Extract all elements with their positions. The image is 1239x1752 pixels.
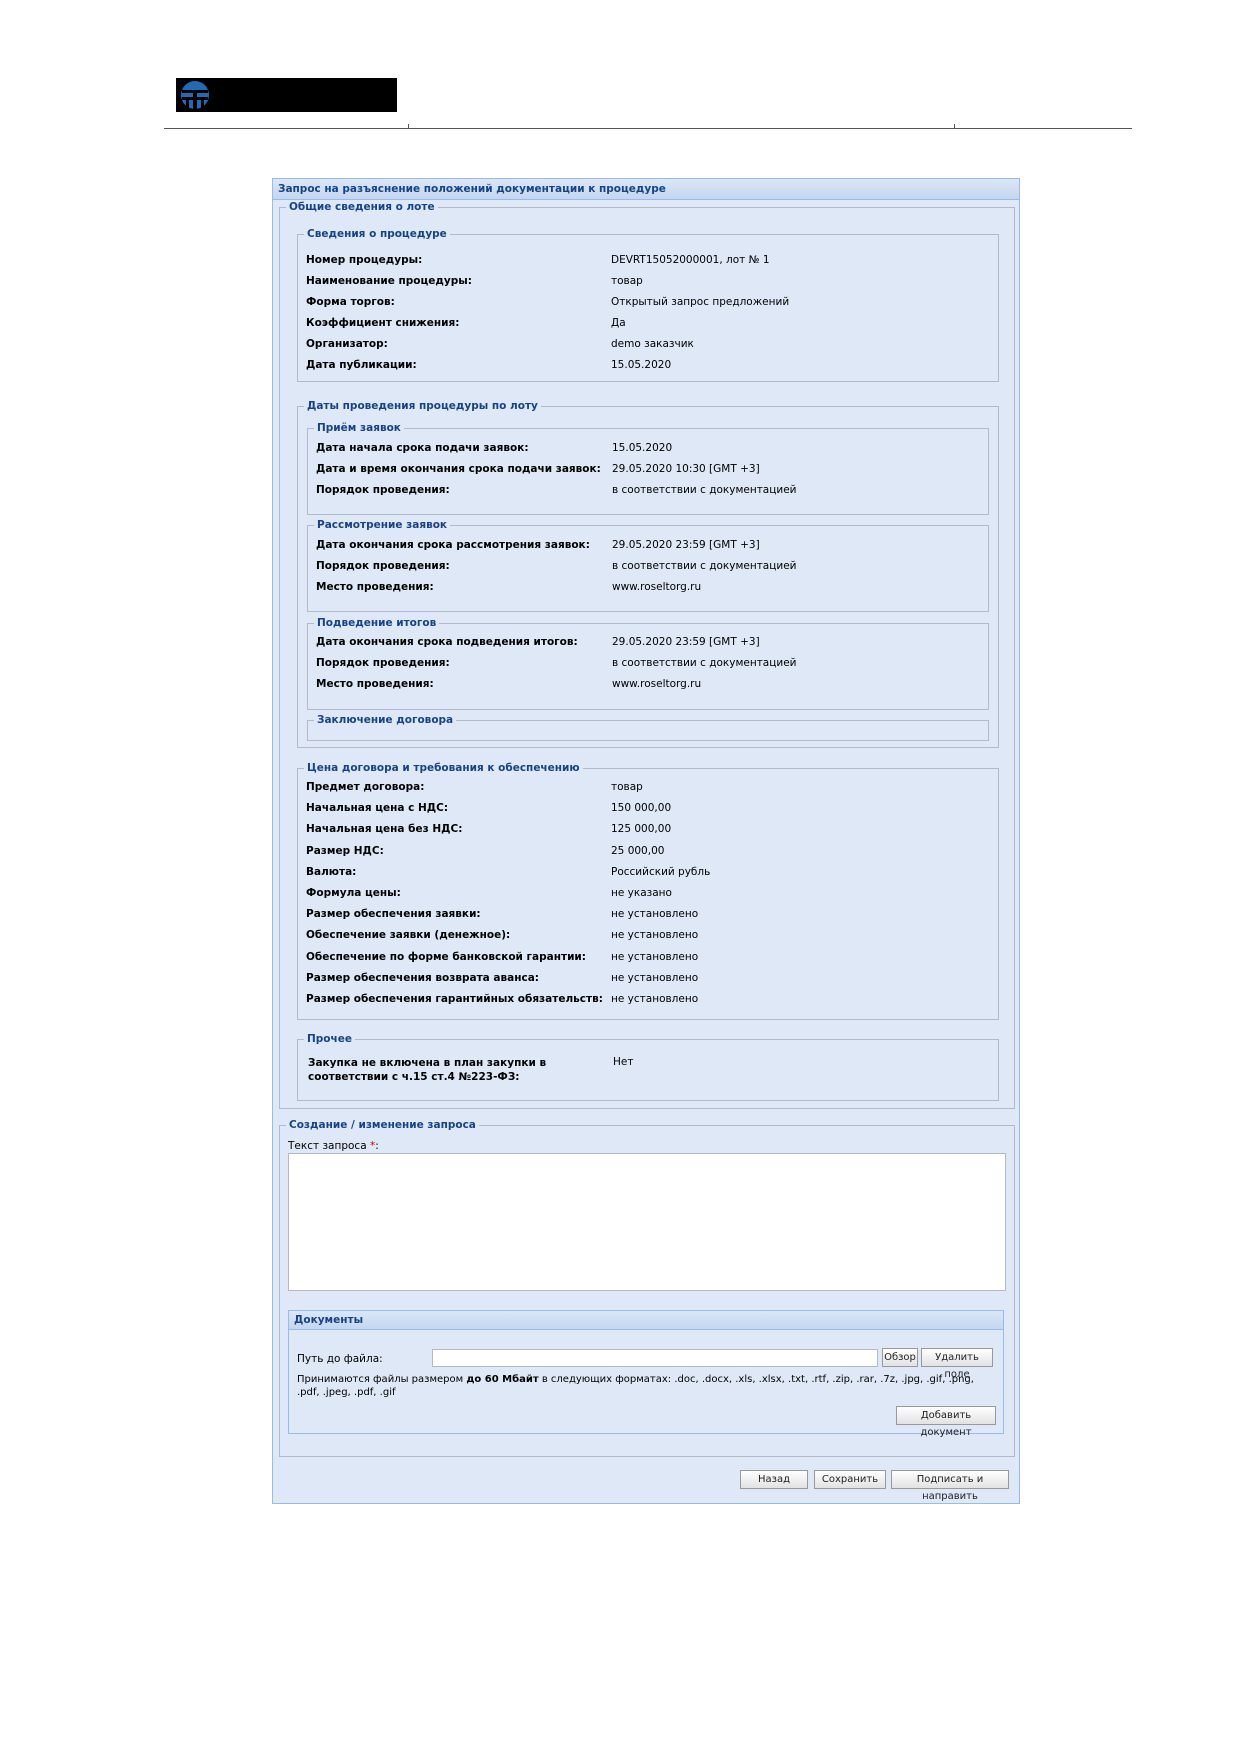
- file-size-limit: до 60 Мбайт: [466, 1374, 539, 1385]
- procedure-legend: Сведения о процедуре: [307, 228, 447, 240]
- procedure-row-value: товар: [611, 275, 643, 287]
- procedure-row-value: demo заказчик: [611, 338, 694, 350]
- price-row-label: Размер обеспечения заявки:: [306, 908, 481, 920]
- request-text-label-text: Текст запроса: [288, 1140, 367, 1152]
- review-legend: Рассмотрение заявок: [317, 519, 448, 531]
- browse-button[interactable]: Обзор: [882, 1348, 918, 1367]
- price-row-value: Российский рубль: [611, 866, 711, 878]
- procedure-row-value: Открытый запрос предложений: [611, 296, 790, 308]
- header-divider: [164, 128, 1132, 129]
- price-row-label: Формула цены:: [306, 887, 401, 899]
- review-row-value: www.roseltorg.ru: [612, 581, 702, 593]
- price-row-label: Предмет договора:: [306, 781, 425, 793]
- window-title: Запрос на разъяснение положений документ…: [273, 179, 1019, 200]
- save-button[interactable]: Сохранить: [814, 1470, 886, 1489]
- results-row-value: www.roseltorg.ru: [612, 678, 702, 690]
- price-row-value: 125 000,00: [611, 823, 672, 835]
- price-row-label: Обеспечение заявки (денежное):: [306, 929, 511, 941]
- procedure-row-value: DEVRT15052000001, лот № 1: [611, 254, 770, 266]
- procedure-row-label: Коэффициент снижения:: [306, 317, 460, 329]
- other-value: Нет: [613, 1056, 634, 1068]
- file-path-label: Путь до файла:: [297, 1353, 383, 1365]
- acceptance-row-value: в соответствии с документацией: [612, 484, 797, 496]
- review-row-value: в соответствии с документацией: [612, 560, 797, 572]
- contract-fieldset: Заключение договора: [307, 714, 989, 741]
- price-row-label: Размер НДС:: [306, 845, 384, 857]
- results-row-value: в соответствии с документацией: [612, 657, 797, 669]
- results-row-label: Место проведения:: [316, 678, 434, 690]
- procedure-row-value: 15.05.2020: [611, 359, 672, 371]
- company-logo: [176, 78, 397, 112]
- price-row-value: не указано: [611, 887, 672, 899]
- price-row-label: Размер обеспечения гарантийных обязатель…: [306, 993, 603, 1005]
- price-row-label: Валюта:: [306, 866, 357, 878]
- file-formats-prefix: Принимаются файлы размером: [297, 1374, 467, 1385]
- procedure-row-label: Наименование процедуры:: [306, 275, 472, 287]
- acceptance-row-value: 29.05.2020 10:30 [GMT +3]: [612, 463, 760, 475]
- review-row-label: Порядок проведения:: [316, 560, 450, 572]
- price-row-label: Обеспечение по форме банковской гарантии…: [306, 951, 586, 963]
- results-row-value: 29.05.2020 23:59 [GMT +3]: [612, 636, 760, 648]
- price-row-value: не установлено: [611, 929, 699, 941]
- request-text-label-colon: :: [375, 1140, 379, 1152]
- price-row-value: товар: [611, 781, 643, 793]
- delete-field-button[interactable]: Удалить поле: [921, 1348, 993, 1380]
- results-row-label: Порядок проведения:: [316, 657, 450, 669]
- request-text-label: Текст запроса *:: [288, 1139, 379, 1153]
- price-row-label: Начальная цена с НДС:: [306, 802, 449, 814]
- procedure-row-label: Дата публикации:: [306, 359, 417, 371]
- procedure-row-label: Форма торгов:: [306, 296, 395, 308]
- other-label: Закупка не включена в план закупки в соо…: [308, 1056, 546, 1084]
- other-label-line1: Закупка не включена в план закупки в: [308, 1057, 547, 1069]
- contract-legend: Заключение договора: [317, 714, 454, 726]
- acceptance-row-label: Дата и время окончания срока подачи заяв…: [316, 463, 601, 475]
- price-row-value: 25 000,00: [611, 845, 665, 857]
- price-legend: Цена договора и требования к обеспечению: [307, 762, 580, 774]
- acceptance-row-label: Порядок проведения:: [316, 484, 450, 496]
- review-row-value: 29.05.2020 23:59 [GMT +3]: [612, 539, 760, 551]
- acceptance-row-value: 15.05.2020: [612, 442, 673, 454]
- price-row-value: не установлено: [611, 972, 699, 984]
- price-row-value: не установлено: [611, 993, 699, 1005]
- other-legend: Прочее: [307, 1033, 352, 1045]
- price-row-label: Размер обеспечения возврата аванса:: [306, 972, 539, 984]
- dates-legend: Даты проведения процедуры по лоту: [307, 400, 538, 412]
- lot-info-legend: Общие сведения о лоте: [289, 201, 435, 213]
- review-row-label: Дата окончания срока рассмотрения заявок…: [316, 539, 590, 551]
- results-legend: Подведение итогов: [317, 617, 437, 629]
- acceptance-legend: Приём заявок: [317, 422, 401, 434]
- review-row-label: Место проведения:: [316, 581, 434, 593]
- price-row-value: не установлено: [611, 951, 699, 963]
- header-divider-tick: [954, 124, 955, 129]
- price-row-value: не установлено: [611, 908, 699, 920]
- request-text-input[interactable]: [288, 1153, 1006, 1291]
- file-path-input[interactable]: [432, 1349, 878, 1367]
- price-row-value: 150 000,00: [611, 802, 672, 814]
- request-legend: Создание / изменение запроса: [289, 1119, 476, 1131]
- other-label-line2: соответствии с ч.15 ст.4 №223-ФЗ:: [308, 1071, 520, 1083]
- procedure-row-label: Организатор:: [306, 338, 388, 350]
- results-row-label: Дата окончания срока подведения итогов:: [316, 636, 578, 648]
- documents-title: Документы: [289, 1311, 1003, 1330]
- file-formats-info: Принимаются файлы размером до 60 Мбайт в…: [297, 1373, 987, 1399]
- sign-and-send-button[interactable]: Подписать и направить: [891, 1470, 1009, 1502]
- file-formats-list: в следующих форматах: .doc, .docx, .xls,…: [538, 1374, 974, 1385]
- back-button[interactable]: Назад: [740, 1470, 808, 1489]
- price-row-label: Начальная цена без НДС:: [306, 823, 463, 835]
- acceptance-row-label: Дата начала срока подачи заявок:: [316, 442, 529, 454]
- procedure-row-label: Номер процедуры:: [306, 254, 423, 266]
- request-window: Запрос на разъяснение положений документ…: [272, 178, 1020, 1504]
- file-formats-list-2: .pdf, .jpeg, .pdf, .gif: [297, 1387, 396, 1398]
- header-divider-tick: [408, 124, 409, 129]
- add-document-button[interactable]: Добавить документ: [896, 1406, 996, 1438]
- procedure-row-value: Да: [611, 317, 626, 329]
